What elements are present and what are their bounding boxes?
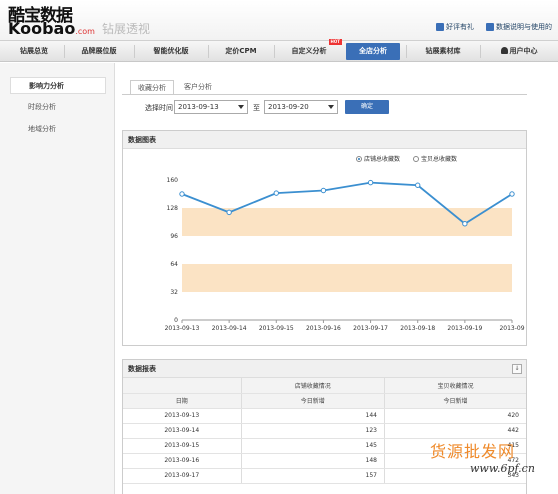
header: 酷宝数据 Koobao.com 钻展透视 好评有礼 数据说明与使用的 bbox=[0, 0, 558, 40]
product-name: 钻展透视 bbox=[102, 22, 151, 36]
chevron-down-icon bbox=[238, 105, 244, 109]
data-table: 店铺收藏情况 宝贝收藏情况 日期 今日新增 今日新增 2013-09-13 144… bbox=[123, 378, 526, 484]
chart-band bbox=[182, 264, 512, 292]
nav-item-material[interactable]: 钻展素材库 bbox=[410, 41, 476, 62]
series-point bbox=[320, 187, 327, 194]
cell-store-new: 144 bbox=[240, 408, 385, 424]
table-group-header-store: 店铺收藏情况 bbox=[240, 378, 385, 394]
help-icon bbox=[486, 23, 494, 31]
series-point bbox=[462, 221, 468, 227]
feedback-link[interactable]: 好评有礼 bbox=[436, 22, 474, 32]
line-chart: 0 32 64 96 128 160 2013-09-13 2013-09-14 2013-0… bbox=[165, 177, 525, 332]
hot-badge: HOT bbox=[328, 39, 342, 45]
tab-customers[interactable]: 客户分析 bbox=[176, 80, 220, 95]
start-date-select[interactable]: 2013-09-13 bbox=[174, 100, 248, 114]
watermark-text: 货源批发网 bbox=[430, 442, 516, 461]
nav-item-custom[interactable]: 自定义分析 HOT bbox=[278, 39, 342, 62]
y-tick-label: 128 bbox=[167, 205, 179, 212]
table-row: 2013-09-14 123 442 bbox=[123, 423, 526, 439]
nav-item-cpm[interactable]: 定价CPM bbox=[212, 41, 270, 62]
user-icon bbox=[500, 47, 508, 54]
x-tick-label: 2013-09-19 bbox=[447, 325, 482, 332]
y-tick-label: 64 bbox=[170, 261, 178, 268]
cell-date: 2013-09-13 bbox=[123, 408, 241, 424]
gift-icon bbox=[436, 23, 444, 31]
series-point bbox=[179, 191, 185, 197]
cell-store-new: 157 bbox=[240, 468, 385, 484]
nav-item-brand[interactable]: 品牌展位版 bbox=[68, 41, 130, 62]
y-tick-label: 0 bbox=[174, 317, 178, 324]
x-tick-label: 2013-09 bbox=[499, 325, 524, 332]
table-group-header-item: 宝贝收藏情况 bbox=[383, 378, 526, 394]
cell-item-new: 442 bbox=[383, 423, 526, 439]
y-tick-label: 32 bbox=[170, 289, 178, 296]
x-tick-label: 2013-09-14 bbox=[212, 325, 247, 332]
cell-store-new: 123 bbox=[240, 423, 385, 439]
series-point bbox=[226, 209, 232, 216]
sidebar: 影响力分析 时段分析 地域分析 bbox=[0, 63, 115, 494]
x-tick-label: 2013-09-18 bbox=[400, 325, 435, 332]
table-row: 2013-09-17 157 343 bbox=[123, 468, 526, 484]
table-col-store-new: 今日新增 bbox=[240, 393, 385, 409]
series-point bbox=[273, 190, 279, 196]
nav-item-user[interactable]: 用户中心 bbox=[484, 41, 554, 62]
series-point bbox=[367, 179, 374, 186]
cell-store-new: 148 bbox=[240, 453, 385, 469]
table-panel: 数据报表 ↓ 店铺收藏情况 宝贝收藏情况 日期 今日新增 今日新增 2013-0… bbox=[122, 359, 527, 494]
x-tick-label: 2013-09-17 bbox=[353, 325, 388, 332]
table-header-blank bbox=[123, 378, 241, 394]
confirm-button[interactable]: 确定 bbox=[345, 100, 389, 114]
table-col-date: 日期 bbox=[123, 393, 241, 409]
nav-item-store[interactable]: 全店分析 bbox=[346, 43, 400, 60]
chevron-down-icon bbox=[328, 105, 334, 109]
legend-store[interactable]: 店铺总收藏数 bbox=[356, 154, 400, 163]
series-point bbox=[415, 182, 421, 188]
legend-item[interactable]: 宝贝总收藏数 bbox=[413, 154, 457, 163]
end-date-select[interactable]: 2013-09-20 bbox=[264, 100, 338, 114]
nav-item-smart[interactable]: 智能优化版 bbox=[138, 41, 204, 62]
radio-icon bbox=[413, 155, 419, 162]
export-icon[interactable]: ↓ bbox=[512, 364, 522, 374]
tab-favorites[interactable]: 收藏分析 bbox=[130, 80, 174, 95]
y-tick-label: 160 bbox=[167, 177, 179, 184]
table-row: 2013-09-13 144 420 bbox=[123, 408, 526, 424]
y-tick-label: 96 bbox=[170, 233, 178, 240]
sidebar-item-time[interactable]: 时段分析 bbox=[10, 99, 106, 116]
sidebar-item-influence[interactable]: 影响力分析 bbox=[10, 77, 106, 94]
cell-item-new: 420 bbox=[383, 408, 526, 424]
x-tick-label: 2013-09-15 bbox=[259, 325, 294, 332]
series-point bbox=[509, 191, 515, 197]
chart-panel-title: 数据图表 bbox=[123, 131, 526, 149]
nav-item-overview[interactable]: 钻展总览 bbox=[8, 41, 60, 62]
help-link[interactable]: 数据说明与使用的 bbox=[486, 22, 552, 32]
cell-date: 2013-09-14 bbox=[123, 423, 241, 439]
table-col-item-new: 今日新增 bbox=[383, 393, 526, 409]
date-range-separator: 至 bbox=[253, 104, 260, 112]
main-nav: 钻展总览 品牌展位版 智能优化版 定价CPM 自定义分析 HOT 全店分析 钻展… bbox=[0, 39, 558, 62]
date-range-label: 选择时间 bbox=[145, 104, 173, 112]
cell-store-new: 145 bbox=[240, 438, 385, 454]
x-tick-label: 2013-09-13 bbox=[165, 325, 200, 332]
table-panel-title: 数据报表 ↓ bbox=[123, 360, 526, 378]
sidebar-item-region[interactable]: 地域分析 bbox=[10, 121, 106, 138]
logo-en: Koobao.com bbox=[8, 19, 95, 38]
x-tick-label: 2013-09-16 bbox=[306, 325, 341, 332]
cell-date: 2013-09-16 bbox=[123, 453, 241, 469]
watermark-url: www.6pf.cn bbox=[470, 462, 535, 475]
cell-date: 2013-09-15 bbox=[123, 438, 241, 454]
cell-date: 2013-09-17 bbox=[123, 468, 241, 484]
radio-checked-icon bbox=[356, 155, 362, 162]
